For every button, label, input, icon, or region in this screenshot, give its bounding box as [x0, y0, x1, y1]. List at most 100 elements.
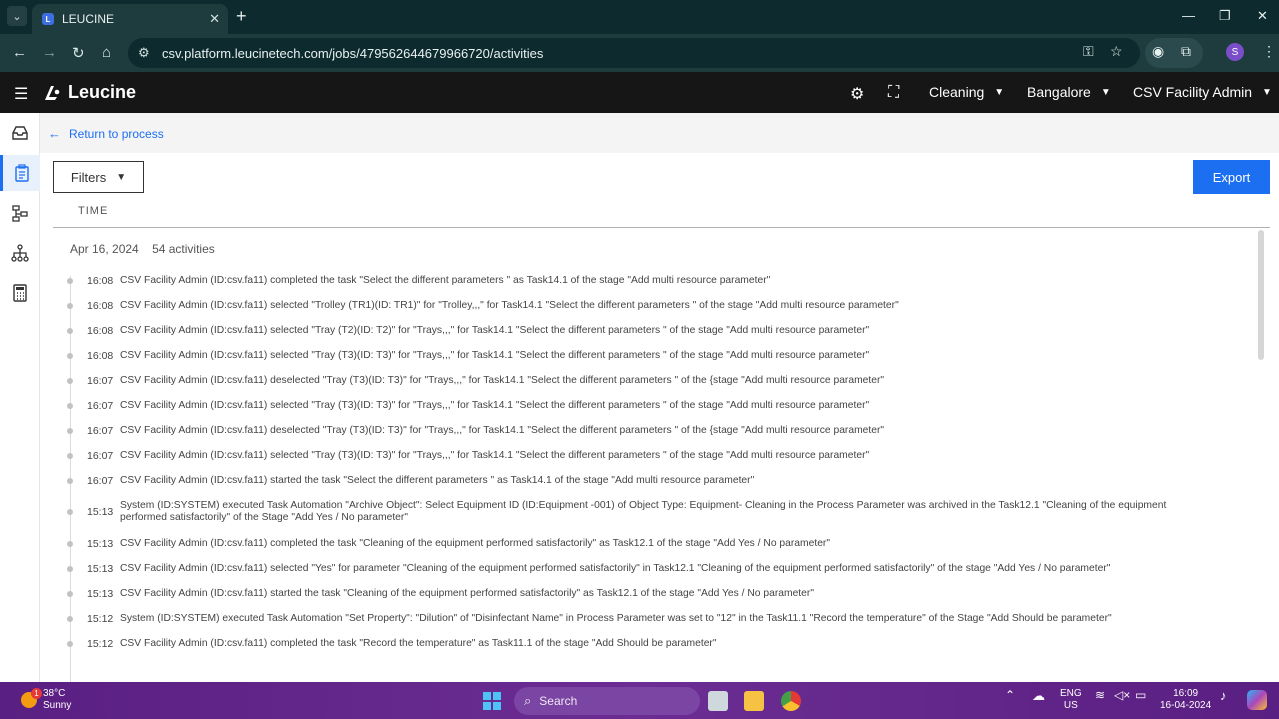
- timeline-dot: [67, 591, 73, 597]
- onedrive-cloud-icon[interactable]: ☁: [1032, 688, 1045, 704]
- minimize-icon[interactable]: —: [1182, 8, 1195, 23]
- temperature: 38°C: [43, 688, 66, 699]
- tab-title: LEUCINE: [62, 12, 115, 26]
- header-divider: [53, 227, 1270, 228]
- inbox-icon[interactable]: [0, 115, 40, 151]
- clock-time: 16:09: [1173, 688, 1199, 699]
- main-content: ← Return to process Filters ▼ Export TIM…: [40, 113, 1279, 682]
- leucine-favicon-icon: L: [42, 13, 54, 25]
- battery-icon[interactable]: ▭: [1135, 688, 1146, 702]
- leucine-logo[interactable]: Leucine: [42, 82, 136, 103]
- date-label: Apr 16, 2024: [70, 242, 139, 256]
- timeline-dot: [67, 509, 73, 515]
- browser-menu-icon[interactable]: ⋮: [1262, 43, 1276, 60]
- user-dropdown[interactable]: CSV Facility Admin ▼: [1133, 84, 1272, 100]
- address-bar[interactable]: ⚙ csv.platform.leucinetech.com/jobs/4795…: [128, 38, 1140, 68]
- notification-badge: 1: [31, 688, 42, 699]
- site-settings-icon[interactable]: ⚙: [138, 45, 150, 61]
- timeline-dot: [67, 428, 73, 434]
- activity-time: 16:08: [87, 300, 114, 312]
- profile-avatar[interactable]: S: [1226, 43, 1244, 61]
- activity-text: CSV Facility Admin (ID:csv.fa11) complet…: [120, 275, 771, 286]
- process-flow-icon[interactable]: [0, 195, 40, 231]
- timeline-dot: [67, 403, 73, 409]
- return-label: Return to process: [69, 126, 164, 141]
- user-label: CSV Facility Admin: [1133, 84, 1253, 100]
- sun-icon: 1: [21, 688, 42, 708]
- bookmark-star-icon[interactable]: ☆: [1110, 43, 1123, 60]
- home-icon[interactable]: ⌂: [102, 44, 111, 61]
- activity-time: 15:13: [87, 588, 114, 600]
- scrollbar-thumb[interactable]: [1258, 230, 1264, 360]
- search-label: Search: [539, 694, 578, 708]
- timeline-dot: [67, 616, 73, 622]
- activity-text: CSV Facility Admin (ID:csv.fa11) deselec…: [120, 425, 885, 436]
- wifi-icon[interactable]: ≋: [1095, 688, 1105, 702]
- logo-text: Leucine: [68, 82, 137, 102]
- left-nav-rail: [0, 113, 40, 682]
- window-close-icon[interactable]: ✕: [1257, 8, 1268, 24]
- chrome-icon[interactable]: [781, 691, 801, 711]
- task-view-icon[interactable]: [708, 691, 728, 711]
- arrow-left-icon: ←: [48, 126, 61, 141]
- activity-text: System (ID:SYSTEM) executed Task Automat…: [120, 613, 1112, 624]
- activity-text: CSV Facility Admin (ID:csv.fa11) selecte…: [120, 325, 870, 336]
- taskbar-search[interactable]: ⌕ Search: [514, 687, 700, 715]
- export-button[interactable]: Export: [1193, 160, 1270, 194]
- facility-label: Bangalore: [1027, 84, 1091, 100]
- timeline-dot: [67, 541, 73, 547]
- activity-time: 15:13: [87, 506, 114, 518]
- back-icon[interactable]: ←: [12, 44, 27, 61]
- activity-time: 16:08: [87, 275, 114, 287]
- language-indicator[interactable]: ENG US: [1060, 688, 1082, 712]
- chevron-down-icon: ▼: [116, 171, 127, 183]
- tab-close-icon[interactable]: ✕: [209, 11, 220, 27]
- filters-button[interactable]: Filters ▼: [53, 161, 144, 193]
- job-logs-clipboard-icon[interactable]: [0, 155, 40, 191]
- url-text: csv.platform.leucinetech.com/jobs/479562…: [162, 45, 544, 61]
- timeline-dot: [67, 278, 73, 284]
- activity-text: CSV Facility Admin (ID:csv.fa11) deselec…: [120, 375, 885, 386]
- show-hidden-icons-chevron-icon[interactable]: ⌃: [1005, 688, 1015, 702]
- password-key-icon[interactable]: ⚿: [1083, 43, 1094, 60]
- filters-label: Filters: [70, 169, 107, 185]
- reload-icon[interactable]: ↻: [72, 44, 85, 62]
- activity-time: 15:12: [87, 638, 114, 650]
- windows-start-icon[interactable]: [483, 692, 501, 710]
- calculator-icon[interactable]: [0, 275, 40, 311]
- use-case-dropdown[interactable]: Cleaning ▼: [929, 84, 1004, 100]
- browser-tab-bar: ⌄ L LEUCINE ✕ + — ❐ ✕: [0, 0, 1279, 34]
- timeline-dot: [67, 453, 73, 459]
- hierarchy-icon[interactable]: [0, 235, 40, 271]
- return-to-process-link[interactable]: ← Return to process: [48, 126, 164, 141]
- scan-icon[interactable]: ⛶: [888, 84, 899, 102]
- timeline-dot: [67, 353, 73, 359]
- volume-muted-icon[interactable]: ◁×: [1114, 688, 1130, 702]
- notifications-bell-icon[interactable]: ♪: [1220, 688, 1227, 703]
- clock-date: 16-04-2024: [1160, 700, 1212, 711]
- activity-text: CSV Facility Admin (ID:csv.fa11) complet…: [120, 538, 831, 549]
- tab-list-chevron-icon[interactable]: ⌄: [7, 6, 27, 26]
- file-explorer-icon[interactable]: [744, 691, 764, 711]
- copilot-icon[interactable]: [1247, 690, 1267, 710]
- activity-time: 16:07: [87, 425, 114, 437]
- browser-toolbar: ← → ↻ ⌂ ⚙ csv.platform.leucinetech.com/j…: [0, 34, 1279, 72]
- activity-text: CSV Facility Admin (ID:csv.fa11) started…: [120, 475, 755, 486]
- clock[interactable]: 16:09 16-04-2024: [1160, 688, 1211, 712]
- facility-dropdown[interactable]: Bangalore ▼: [1027, 84, 1111, 100]
- weather-widget[interactable]: 1 38°C Sunny: [21, 688, 71, 712]
- restore-icon[interactable]: ❐: [1219, 8, 1231, 24]
- activity-time: 16:07: [87, 400, 114, 412]
- timeline-dot: [67, 641, 73, 647]
- settings-gear-icon[interactable]: ⚙: [850, 84, 864, 104]
- forward-icon[interactable]: →: [42, 44, 57, 61]
- leucine-logo-icon: [45, 85, 60, 100]
- activity-text: System (ID:SYSTEM) executed Task Automat…: [120, 500, 1167, 523]
- browser-tab[interactable]: L LEUCINE ✕: [32, 4, 228, 34]
- camera-extension-icon[interactable]: ◉: [1152, 43, 1164, 60]
- new-tab-icon[interactable]: +: [236, 7, 247, 25]
- activity-time: 15:12: [87, 613, 114, 625]
- hamburger-menu-icon[interactable]: ☰: [14, 84, 28, 104]
- extensions-puzzle-icon[interactable]: ⧉: [1181, 43, 1191, 60]
- activity-time: 16:08: [87, 325, 114, 337]
